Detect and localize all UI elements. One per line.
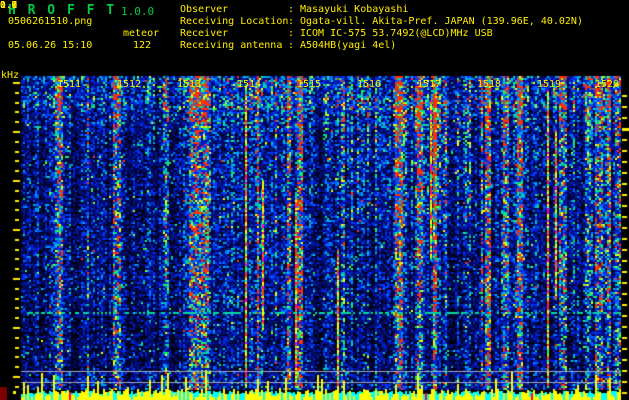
info-label: Observer — [180, 4, 229, 15]
x-tick-label: 1513 — [177, 79, 202, 90]
info-value: Masayuki Kobayashi — [300, 4, 409, 15]
info-row-location: Receiving Location : Ogata-vill. Akita-P… — [180, 16, 583, 28]
capture-datetime: 05.06.26 15:10 — [8, 40, 93, 51]
info-row-receiver: Receiver : ICOM IC-575 53.7492(@LCD)MHz … — [180, 28, 583, 40]
app-version: 1.0.0 — [121, 5, 155, 18]
station-info: Observer : Masayuki Kobayashi Receiving … — [180, 4, 583, 52]
spectrogram-canvas — [0, 0, 629, 400]
x-tick-label: 1519 — [537, 79, 562, 90]
x-tick-label: 1516 — [357, 79, 382, 90]
mode-label: meteor — [123, 28, 160, 39]
info-separator: : — [288, 4, 295, 15]
info-separator: : — [288, 28, 295, 39]
x-tick-label: 1514 — [237, 79, 262, 90]
x-tick-label: 1517 — [417, 79, 442, 90]
x-tick-label: 1512 — [117, 79, 142, 90]
info-label: Receiver — [180, 28, 229, 39]
info-separator: : — [288, 40, 295, 51]
info-value: ICOM IC-575 53.7492(@LCD)MHz USB — [300, 28, 493, 39]
output-filename: 0506261510.png — [8, 16, 93, 27]
y-axis-unit-label: kHz — [1, 70, 20, 81]
info-value: Ogata-vill. Akita-Pref. JAPAN (139.96E, … — [300, 16, 583, 27]
info-label: Receiving Location — [180, 16, 289, 27]
hrofft-screen: H R O F F T 1.0.0 0506261510.png meteor … — [0, 0, 629, 400]
info-label: Receiving antenna — [180, 40, 283, 51]
echo-count: 122 — [133, 40, 152, 51]
info-row-antenna: Receiving antenna : A504HB(yagi 4el) — [180, 40, 583, 52]
x-tick-label: 1515 — [297, 79, 322, 90]
info-value: A504HB(yagi 4el) — [300, 40, 397, 51]
x-tick-label: 1518 — [477, 79, 502, 90]
y-tick-label: 0.6 — [0, 0, 18, 11]
info-separator: : — [288, 16, 295, 27]
x-tick-label: 1520 — [595, 79, 620, 90]
info-row-observer: Observer : Masayuki Kobayashi — [180, 4, 583, 16]
x-tick-label: 1511 — [57, 79, 82, 90]
